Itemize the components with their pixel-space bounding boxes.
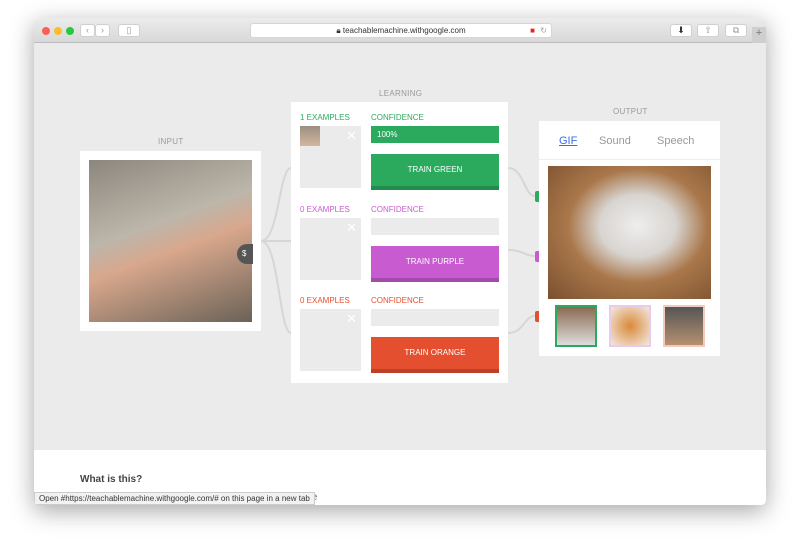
gif-thumbnail-orange[interactable]: [663, 305, 705, 347]
tab-sound[interactable]: Sound: [599, 135, 631, 147]
train-orange-button[interactable]: TRAIN ORANGE: [371, 337, 499, 373]
gif-thumbnail-green[interactable]: [555, 305, 597, 347]
examples-count: 1 EXAMPLES: [300, 113, 350, 122]
gif-thumbnail-purple[interactable]: [609, 305, 651, 347]
output-label: OUTPUT: [613, 107, 648, 116]
confidence-label: CONFIDENCE: [371, 205, 424, 214]
status-bar-tooltip: Open #https://teachablemachine.withgoogl…: [34, 492, 315, 505]
train-purple-button[interactable]: TRAIN PURPLE: [371, 246, 499, 282]
confidence-bar: [371, 309, 499, 326]
tab-speech[interactable]: Speech: [657, 135, 694, 147]
clear-examples-icon[interactable]: ✕: [346, 128, 357, 144]
examples-box: ✕: [300, 309, 361, 371]
confidence-bar: [371, 218, 499, 235]
examples-count: 0 EXAMPLES: [300, 205, 350, 214]
output-gif: [548, 166, 711, 299]
tab-gif[interactable]: GIF: [559, 135, 577, 147]
learning-label: LEARNING: [379, 89, 423, 98]
input-label: INPUT: [158, 137, 184, 146]
browser-window: ‹ › ▯ 🔒︎ teachablemachine.withgoogle.com…: [34, 18, 766, 505]
confidence-label: CONFIDENCE: [371, 113, 424, 122]
clear-examples-icon[interactable]: ✕: [346, 311, 357, 327]
examples-count: 0 EXAMPLES: [300, 296, 350, 305]
train-green-button[interactable]: TRAIN GREEN: [371, 154, 499, 190]
learning-card: 1 EXAMPLES CONFIDENCE ✕ 100% TRAIN GREEN…: [291, 102, 508, 383]
clear-examples-icon[interactable]: ✕: [346, 220, 357, 236]
output-card: GIF Sound Speech: [539, 121, 720, 356]
webcam-feed: [89, 160, 252, 322]
examples-box: ✕: [300, 126, 361, 188]
input-card: $: [80, 151, 261, 331]
confidence-bar: 100%: [371, 126, 499, 143]
divider: [539, 159, 720, 160]
example-thumbnail: [300, 126, 320, 146]
examples-box: ✕: [300, 218, 361, 280]
input-toggle-button[interactable]: $: [237, 244, 253, 264]
info-heading: What is this?: [80, 474, 143, 485]
confidence-label: CONFIDENCE: [371, 296, 424, 305]
